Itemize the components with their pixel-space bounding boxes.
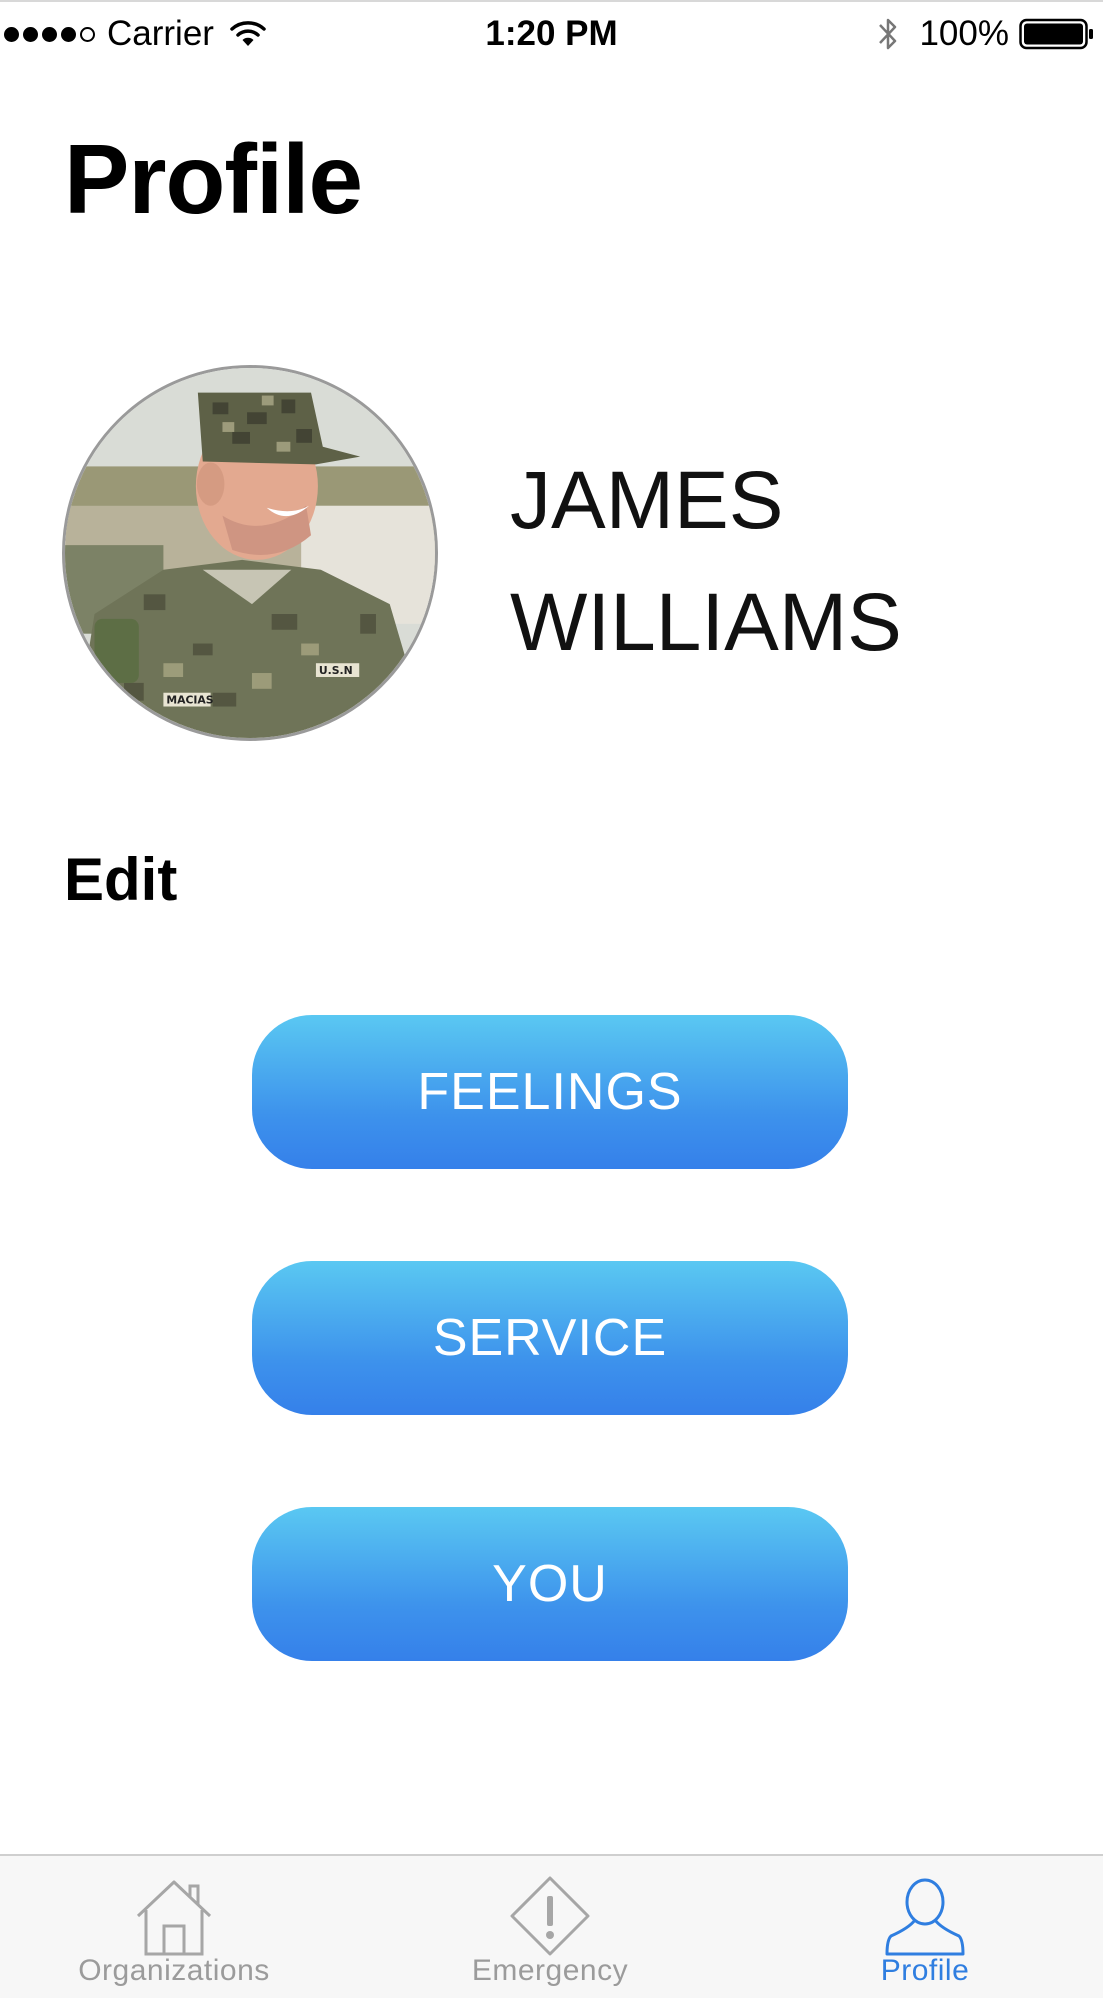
feelings-button[interactable]: FEELINGS: [252, 1015, 848, 1169]
svg-text:U.S.N: U.S.N: [319, 664, 353, 677]
tab-label: Organizations: [78, 1954, 270, 1987]
tab-bar: Organizations Emergency Profile: [0, 1854, 1103, 1998]
edit-profile-button[interactable]: Edit: [64, 845, 177, 915]
page-title: Profile: [64, 124, 363, 234]
battery-percentage: 100%: [919, 14, 1009, 53]
status-right: 100%: [875, 14, 1095, 54]
you-button[interactable]: YOU: [252, 1507, 848, 1661]
profile-photo: MACIAS U.S.N: [65, 368, 435, 738]
profile-screen: Carrier 1:20 PM 100% Profile MACIAS U.S.…: [0, 0, 1103, 1998]
status-bar: Carrier 1:20 PM 100%: [0, 0, 1103, 66]
tab-organizations[interactable]: Organizations: [24, 1856, 324, 1998]
bluetooth-icon: [879, 18, 897, 50]
avatar[interactable]: MACIAS U.S.N: [62, 365, 438, 741]
battery-icon: [1019, 18, 1093, 50]
warning-diamond-icon: [510, 1876, 590, 1956]
tab-label: Profile: [880, 1954, 970, 1987]
tab-emergency[interactable]: Emergency: [400, 1856, 700, 1998]
tab-profile[interactable]: Profile: [775, 1856, 1075, 1998]
person-icon: [885, 1878, 965, 1956]
svg-text:MACIAS: MACIAS: [166, 694, 213, 707]
service-button[interactable]: SERVICE: [252, 1261, 848, 1415]
tab-label: Emergency: [471, 1954, 629, 1987]
user-name: JAMES WILLIAMS: [510, 455, 902, 668]
house-icon: [136, 1880, 212, 1956]
